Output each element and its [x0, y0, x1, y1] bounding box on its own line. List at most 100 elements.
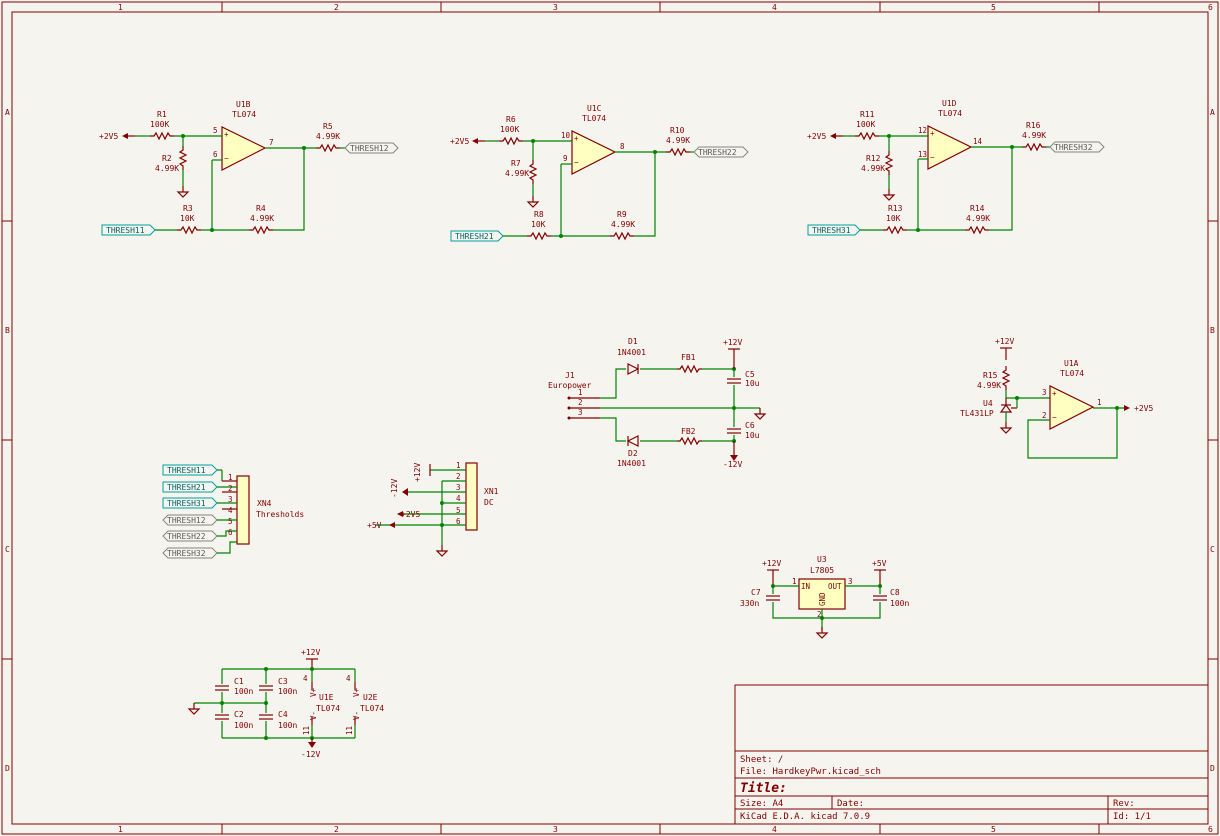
r14-value: 4.99K — [966, 214, 990, 223]
r14-ref: R14 — [970, 204, 985, 213]
ferrite-fb1[interactable] — [677, 364, 702, 374]
pwr-12v-decoupling: +12V — [301, 648, 320, 657]
r15-ref: R15 — [983, 371, 998, 380]
u2e-vplus: V+ — [352, 687, 361, 697]
row-label-left-d: D — [5, 764, 10, 773]
capacitor-c2[interactable] — [214, 714, 230, 720]
label-thresh12-u1b: THRESH12 — [350, 144, 389, 153]
connector-xn1[interactable] — [465, 462, 478, 531]
row-label-right-c: C — [1210, 545, 1215, 554]
label-thresh11-u1b: THRESH11 — [106, 226, 145, 235]
u1c-ref: U1C — [587, 104, 602, 113]
label-thresh21-u1c: THRESH21 — [455, 232, 494, 241]
u1b-pin5: 5 — [213, 126, 218, 135]
capacitor-c6[interactable] — [726, 428, 742, 434]
opamp-u2e[interactable]: V+ V- 4 11 — [345, 674, 361, 735]
col-label-top-2: 2 — [334, 3, 339, 12]
fb2-ref: FB2 — [681, 427, 696, 436]
d1-value: 1N4001 — [617, 348, 646, 357]
label-thresh22-u1c: THRESH22 — [698, 148, 737, 157]
c3-value: 100n — [278, 687, 297, 696]
pwr-2v5-u1c: +2V5 — [450, 137, 469, 146]
shunt-regulator-u4[interactable] — [999, 398, 1018, 413]
connector-j1[interactable]: J1 Europower 1 2 3 — [548, 371, 600, 420]
r11-value: 100K — [856, 120, 875, 129]
pwr-5v-u3: +5V — [872, 559, 887, 568]
u1e-vplus: V+ — [309, 687, 318, 697]
u1b-ref: U1B — [236, 100, 251, 109]
reference-section: +12V R15 4.99K U4 TL431LP + − U1A TL074 3… — [960, 337, 1153, 459]
ferrite-fb2[interactable] — [677, 436, 702, 446]
r13-value: 10K — [886, 214, 901, 223]
u1c-value: TL074 — [582, 114, 606, 123]
c3-ref: C3 — [278, 677, 288, 686]
u3-pin3: 3 — [848, 577, 853, 586]
u1e-ref: U1E — [319, 693, 334, 702]
r2-value: 4.99K — [155, 164, 179, 173]
opamp-u1a[interactable]: + − U1A TL074 3 2 1 — [1042, 359, 1102, 430]
u2e-pin4: 4 — [346, 674, 351, 683]
capacitor-c5[interactable] — [726, 378, 742, 384]
r12-value: 4.99K — [861, 164, 885, 173]
c1-ref: C1 — [234, 677, 244, 686]
u1c-pin9: 9 — [563, 154, 568, 163]
title-block-date: Date: — [837, 799, 864, 809]
xn4-pin6: 6 — [228, 528, 233, 537]
j1-value: Europower — [548, 381, 592, 390]
j1-ref: J1 — [565, 371, 575, 380]
c2-ref: C2 — [234, 710, 244, 719]
r16-ref: R16 — [1026, 121, 1041, 130]
xn4-pin2: 2 — [228, 484, 233, 493]
r5-ref: R5 — [323, 122, 333, 131]
r5-value: 4.99K — [316, 132, 340, 141]
row-label-right-d: D — [1210, 764, 1215, 773]
power-input-section: J1 Europower 1 2 3 D1 1N4001 FB1 +12V C5… — [548, 337, 766, 469]
svg-text:+: + — [224, 130, 229, 139]
diode-d1[interactable] — [627, 363, 640, 375]
u2e-value: TL074 — [360, 704, 384, 713]
r7-value: 4.99K — [505, 169, 529, 178]
xn1-ref: XN1 — [484, 487, 499, 496]
svg-text:−: − — [224, 154, 229, 163]
opamp-u1b[interactable]: + − U1B TL074 5 6 7 — [213, 100, 274, 171]
r9-ref: R9 — [617, 210, 627, 219]
capacitor-c3[interactable] — [258, 685, 274, 691]
schematic-sheet: 1 2 3 4 5 6 1 2 3 4 5 6 A B C D A B C D … — [1, 1, 1219, 835]
u1a-ref: U1A — [1064, 359, 1079, 368]
col-label-top-1: 1 — [118, 3, 123, 12]
pwr-2v5-xn1: +2V5 — [401, 510, 420, 519]
capacitor-c8[interactable] — [872, 595, 888, 601]
u3-in-label: IN — [801, 582, 810, 591]
col-label-bottom-1: 1 — [118, 825, 123, 834]
r1-ref: R1 — [157, 110, 167, 119]
title-block-sheet: Sheet: / — [740, 755, 783, 765]
diode-d2[interactable] — [626, 435, 639, 447]
capacitor-c7[interactable] — [765, 595, 781, 601]
r6-ref: R6 — [506, 115, 516, 124]
u1a-value: TL074 — [1060, 369, 1084, 378]
label-thresh12-xn4: THRESH12 — [167, 516, 206, 525]
svg-text:+: + — [930, 129, 935, 138]
title-block-id: Id: 1/1 — [1113, 812, 1151, 822]
r12-ref: R12 — [866, 154, 881, 163]
xn1-pin4: 4 — [456, 494, 461, 503]
pwr-2v5-u1b: +2V5 — [99, 132, 118, 141]
connector-xn1-section: XN1 DC 1 2 3 4 5 6 +12V -12V +2V5 +5V — [367, 461, 499, 557]
col-label-top-3: 3 — [553, 3, 558, 12]
c2-value: 100n — [234, 721, 253, 730]
capacitor-c1[interactable] — [214, 685, 230, 691]
r2-ref: R2 — [162, 154, 172, 163]
title-block-tool: KiCad E.D.A. kicad 7.0.9 — [740, 812, 870, 822]
u1b-pin7: 7 — [269, 138, 274, 147]
capacitor-c4[interactable] — [258, 714, 274, 720]
r3-ref: R3 — [183, 204, 193, 213]
r6-value: 100K — [500, 125, 519, 134]
col-label-bottom-4: 4 — [772, 825, 777, 834]
label-thresh32-u1d: THRESH32 — [1054, 143, 1093, 152]
u2e-ref: U2E — [363, 693, 378, 702]
c6-value: 10u — [745, 431, 760, 440]
row-label-right-a: A — [1210, 108, 1215, 117]
connector-xn4[interactable] — [236, 475, 250, 545]
r13-ref: R13 — [888, 204, 903, 213]
regulator-u3[interactable]: IN OUT GND — [798, 578, 846, 610]
